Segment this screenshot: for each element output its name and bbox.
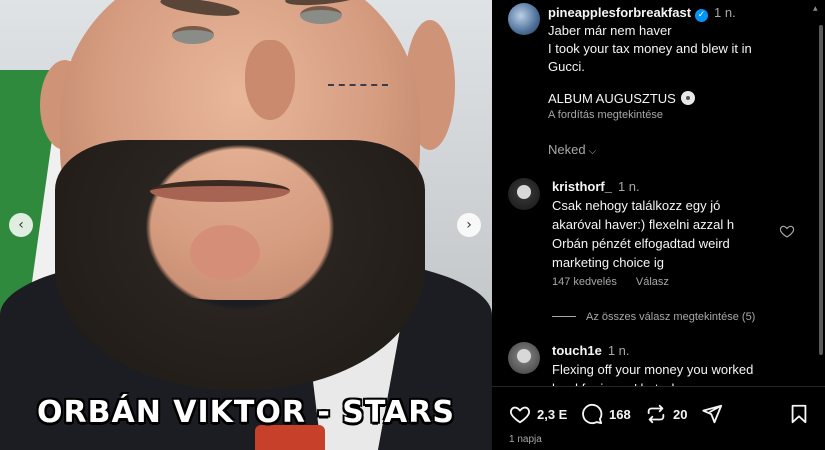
comment-bubble-icon xyxy=(582,403,603,425)
comment-meta: 147 kedvelés Válasz xyxy=(552,276,685,288)
comment-text-line: Orbán pénzét elfogadtad weird xyxy=(552,236,730,251)
verified-badge-icon: ✓ xyxy=(695,9,709,22)
eye-right xyxy=(300,6,342,24)
comment-count[interactable]: 168 xyxy=(609,407,631,422)
comment-text-line: marketing choice ig xyxy=(552,255,664,270)
post-caption: pineapplesforbreakfast ✓ 1 n. Jaber már ne… xyxy=(548,4,808,76)
commenter-username[interactable]: touch1e xyxy=(552,343,602,358)
caption-line: Jaber már nem haver xyxy=(548,23,672,38)
send-button[interactable] xyxy=(701,403,723,425)
chin xyxy=(190,225,260,280)
commenter-avatar[interactable] xyxy=(508,178,540,210)
comment-button[interactable]: 168 xyxy=(581,403,631,425)
caption-line: I took your tax money and blew it in xyxy=(548,41,752,56)
nose xyxy=(245,40,295,120)
paper-plane-icon xyxy=(702,404,723,424)
comment-likes[interactable]: 147 kedvelés xyxy=(552,276,617,288)
commenter-avatar[interactable] xyxy=(508,342,540,374)
comment-text-line: Csak nehogy találkozz egy jó xyxy=(552,198,721,213)
chevron-right-icon: › xyxy=(466,217,472,233)
post-time[interactable]: 1 n. xyxy=(714,5,736,20)
eyebrow-left xyxy=(159,0,241,20)
for-you-label: Neked xyxy=(548,142,586,157)
post-media[interactable]: ORBÁN VIKTOR - STARS ‹ › xyxy=(0,0,492,450)
comment-text-line: Flexing off your money you worked xyxy=(552,362,754,377)
author-avatar[interactable] xyxy=(508,3,540,35)
chevron-down-icon: ⌵ xyxy=(588,146,597,157)
like-button[interactable]: 2,3 E xyxy=(509,403,567,425)
album-label: ALBUM AUGUSZTUS xyxy=(548,91,676,106)
scroll-up-arrow-icon[interactable]: ▲ xyxy=(813,5,818,12)
repost-count[interactable]: 20 xyxy=(673,407,687,422)
like-comment-heart-icon[interactable] xyxy=(779,223,795,239)
media-caption: ORBÁN VIKTOR - STARS xyxy=(37,395,455,430)
chevron-left-icon: ‹ xyxy=(18,217,24,233)
scrollbar-thumb[interactable] xyxy=(819,25,823,355)
mouth xyxy=(150,180,290,202)
comments-panel: pineapplesforbreakfast ✓ 1 n. Jaber már ne… xyxy=(492,0,825,450)
heart-icon xyxy=(509,406,531,424)
for-you-toggle[interactable]: Neked ⌵ xyxy=(548,142,596,157)
face-tattoo xyxy=(328,72,388,86)
view-replies-button[interactable]: Az összes válasz megtekintése (5) xyxy=(552,311,755,323)
divider xyxy=(552,316,576,317)
reply-button[interactable]: Válasz xyxy=(636,276,669,288)
comment-time[interactable]: 1 n. xyxy=(618,179,640,194)
eye-left xyxy=(172,26,214,44)
caption-line: Gucci. xyxy=(548,59,585,74)
author-username[interactable]: pineapplesforbreakfast xyxy=(548,5,691,20)
repost-button[interactable]: 20 xyxy=(645,403,687,425)
post-date[interactable]: 1 napja xyxy=(509,434,542,445)
repost-icon xyxy=(647,404,665,424)
save-button[interactable] xyxy=(788,403,810,425)
see-translation-link[interactable]: A fordítás megtekintése xyxy=(548,109,663,121)
next-slide-button[interactable]: › xyxy=(457,213,481,237)
comment-time[interactable]: 1 n. xyxy=(608,343,630,358)
comment: kristhorf_ 1 n. Csak nehogy találkozz egy… xyxy=(552,177,780,272)
view-replies-label: Az összes válasz megtekintése (5) xyxy=(586,311,756,323)
bookmark-icon xyxy=(791,404,807,424)
previous-slide-button[interactable]: ‹ xyxy=(9,213,33,237)
comment-text-line: akaróval haver:) flexelni azzal h xyxy=(552,217,735,232)
album-tag[interactable]: ALBUM AUGUSZTUS xyxy=(548,91,695,106)
commenter-username[interactable]: kristhorf_ xyxy=(552,179,612,194)
music-disc-icon xyxy=(680,91,695,105)
comments-scrollbar[interactable] xyxy=(819,20,823,380)
action-bar: 2,3 E 168 20 1 napja xyxy=(492,386,825,450)
like-count[interactable]: 2,3 E xyxy=(537,407,567,422)
comment: touch1e 1 n. Flexing off your money you w… xyxy=(552,341,780,388)
